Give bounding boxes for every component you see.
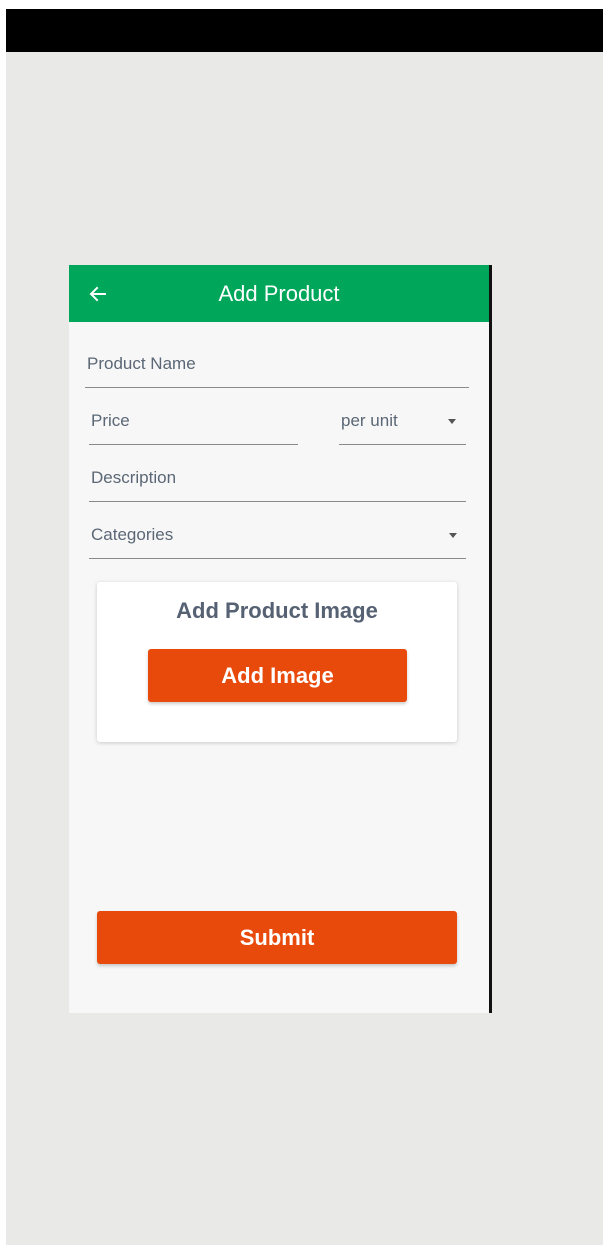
add-image-button[interactable]: Add Image (148, 649, 407, 702)
categories-label: Categories (91, 525, 174, 544)
app-bar: Add Product (69, 265, 489, 322)
status-bar (6, 9, 603, 52)
product-name-label: Product Name (87, 354, 196, 373)
unit-select[interactable]: per unit (339, 397, 466, 445)
device-screen: Add Product Product Name Price per unit … (6, 9, 603, 1245)
product-image-card: Add Product Image Add Image (97, 582, 457, 742)
unit-select-value: per unit (341, 411, 398, 430)
dropdown-arrow-icon (449, 533, 457, 538)
page-title: Add Product (218, 281, 340, 306)
submit-button[interactable]: Submit (97, 911, 457, 964)
price-label: Price (91, 411, 130, 430)
back-button[interactable] (79, 275, 117, 313)
dropdown-arrow-icon (448, 419, 456, 424)
app-window: Add Product Product Name Price per unit … (69, 265, 492, 1013)
description-field[interactable]: Description (89, 454, 466, 502)
price-field[interactable]: Price (89, 397, 298, 445)
description-label: Description (91, 468, 177, 487)
arrow-left-icon (89, 286, 106, 302)
categories-select[interactable]: Categories (89, 511, 466, 559)
product-name-field[interactable]: Product Name (85, 340, 469, 388)
product-image-title: Add Product Image (176, 598, 378, 623)
